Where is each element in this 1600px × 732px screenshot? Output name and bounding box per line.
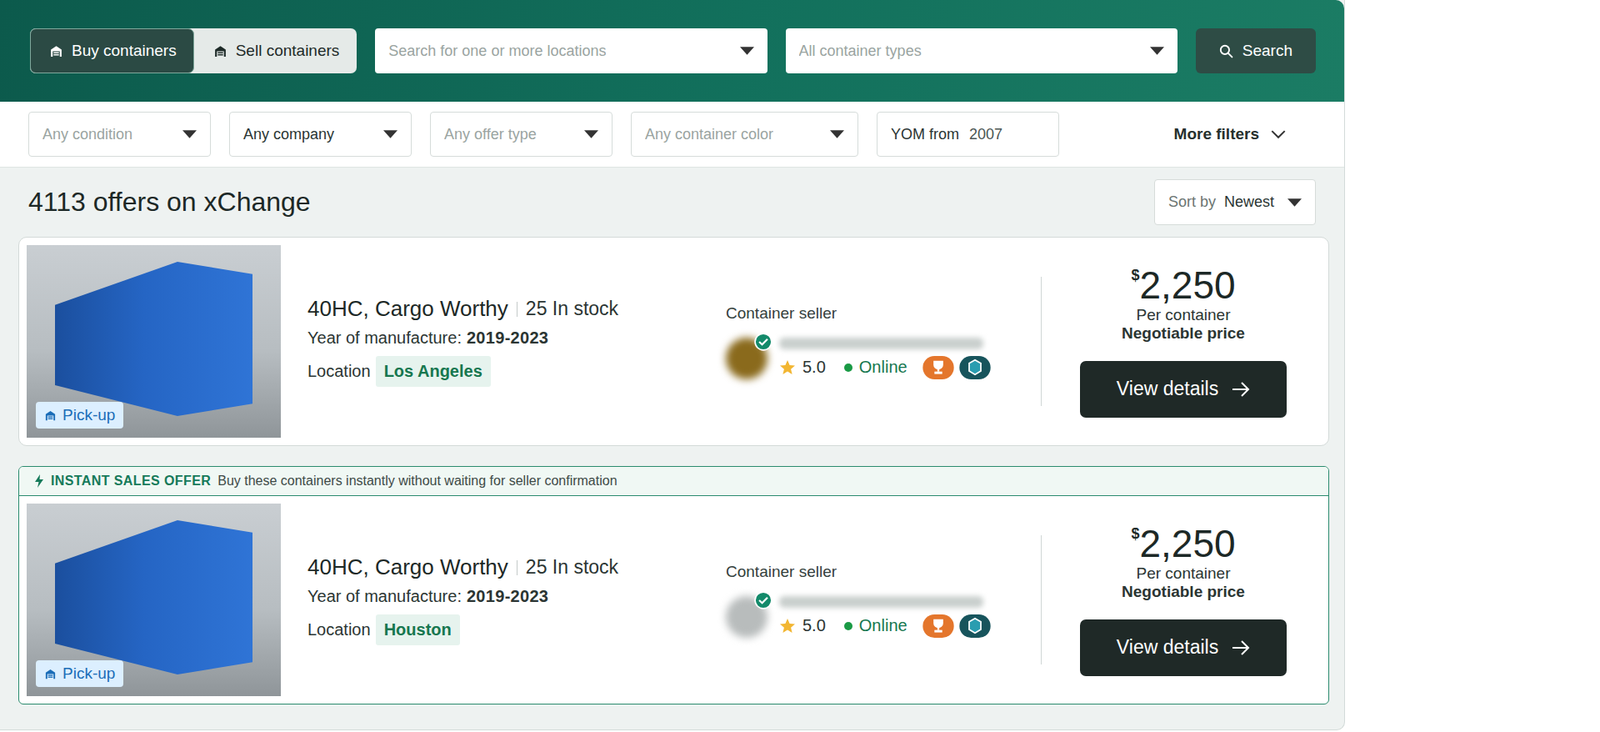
hexagon-badge-icon [959,355,991,380]
seller-avatar[interactable] [725,337,768,380]
star-icon [779,359,796,376]
marketplace-panel: Buy containersSell containers Search for … [0,0,1345,730]
warehouse-icon [213,44,228,59]
yom-field[interactable]: YOM from2007 [876,111,1060,157]
offer-body: Pick-up 40HC, Cargo Worthy 25 In stock Year… [19,237,1329,445]
caret-down-icon [1287,198,1302,207]
seller-name-blurred[interactable] [779,595,984,608]
seller-rating: 5.0 [802,615,826,635]
lightning-icon [34,474,45,488]
offer-title: 40HC, Cargo Worthy [307,554,509,580]
trophy-badge-icon [922,614,955,638]
location-tag: Los Angeles [375,355,491,387]
chevron-down-icon [1270,130,1286,140]
caret-down-icon [830,130,845,139]
offer-title: 40HC, Cargo Worthy [307,295,509,322]
online-status: Online [859,615,908,635]
offer-info: 40HC, Cargo Worthy 25 In stock Year of man… [307,295,708,387]
view-details-button[interactable]: View details [1080,360,1287,418]
offer-card: Pick-up 40HC, Cargo Worthy 25 In stock Year… [18,236,1330,446]
results-count: 4113 offers on xChange [28,186,311,218]
arrow-right-icon [1231,381,1250,397]
mode-tab[interactable]: Buy containers [30,28,195,74]
container-shape [55,261,253,416]
online-dot [844,363,853,372]
verified-check-icon [754,332,773,351]
container-type-dropdown[interactable]: All container types [785,28,1178,74]
page: Buy containersSell containers Search for … [0,0,1600,732]
results-header: 4113 offers on xChange Sort byNewest [0,167,1345,237]
filter-dropdown[interactable]: Any company [229,111,412,157]
instant-sales-banner: INSTANT SALES OFFERBuy these containers … [19,466,1329,496]
more-filters-button[interactable]: More filters [1174,125,1316,144]
stock-count: 25 In stock [525,555,619,579]
delivery-badge: Pick-up [35,660,124,687]
search-icon [1219,44,1234,59]
container-photo: Pick-up [26,503,281,696]
caret-down-icon [182,130,197,139]
sort-dropdown[interactable]: Sort byNewest [1154,179,1316,225]
price: $2,250 [1130,265,1235,305]
warehouse-icon [44,409,57,422]
caret-down-icon [1150,46,1165,55]
seller-avatar[interactable] [725,595,768,638]
caret-down-icon [383,130,398,139]
offer-body: Pick-up 40HC, Cargo Worthy 25 In stock Year… [19,495,1329,704]
warehouse-icon [49,44,64,59]
seller-name-blurred[interactable] [779,337,984,350]
warehouse-icon [44,667,57,680]
filter-dropdown[interactable]: Any offer type [430,111,613,157]
price: $2,250 [1130,524,1235,563]
seller-rating: 5.0 [802,357,826,377]
trophy-badge-icon [922,355,955,380]
delivery-badge: Pick-up [35,401,124,429]
column-divider [1040,535,1042,665]
location-dropdown[interactable]: Search for one or more locations [375,28,767,74]
offer-list: Pick-up 40HC, Cargo Worthy 25 In stock Year… [0,236,1345,723]
price-note: Negotiable price [1121,582,1245,601]
offer-info: 40HC, Cargo Worthy 25 In stock Year of man… [307,554,708,645]
location-row: LocationHouston [307,614,708,645]
filter-dropdown[interactable]: Any container color [630,111,859,157]
separator [516,560,518,575]
search-header: Buy containersSell containers Search for … [0,0,1345,102]
star-icon [779,617,796,635]
verified-check-icon [754,590,773,610]
price-unit: Per container [1135,305,1230,325]
caret-down-icon [740,46,755,55]
filter-dropdown[interactable]: Any condition [28,111,211,157]
search-button[interactable]: Search [1195,28,1316,74]
price-note: Negotiable price [1121,324,1245,343]
separator [516,301,518,317]
mode-tab[interactable]: Sell containers [194,28,358,74]
price-block: $2,250Per containerNegotiable price View … [1041,524,1309,676]
location-row: LocationLos Angeles [307,355,708,387]
location-tag: Houston [375,614,460,645]
seller-block: Container seller5.0Online [725,304,1041,380]
online-dot [844,621,853,630]
year-of-manufacture: Year of manufacture:2019-2023 [307,328,708,348]
online-status: Online [859,357,908,377]
hexagon-badge-icon [959,614,991,638]
stock-count: 25 In stock [525,297,619,320]
arrow-right-icon [1231,640,1250,655]
filter-bar: Any condition Any company Any offer type An… [0,101,1345,168]
offer-card: INSTANT SALES OFFERBuy these containers … [18,465,1330,705]
container-photo: Pick-up [26,245,281,438]
view-details-button[interactable]: View details [1080,619,1287,676]
price-block: $2,250Per containerNegotiable price View … [1041,265,1309,418]
column-divider [1040,276,1042,406]
caret-down-icon [584,130,599,139]
container-shape [55,520,253,675]
seller-block: Container seller5.0Online [725,562,1041,638]
mode-toggle: Buy containersSell containers [30,28,357,74]
price-unit: Per container [1135,564,1230,583]
year-of-manufacture: Year of manufacture:2019-2023 [307,586,708,606]
